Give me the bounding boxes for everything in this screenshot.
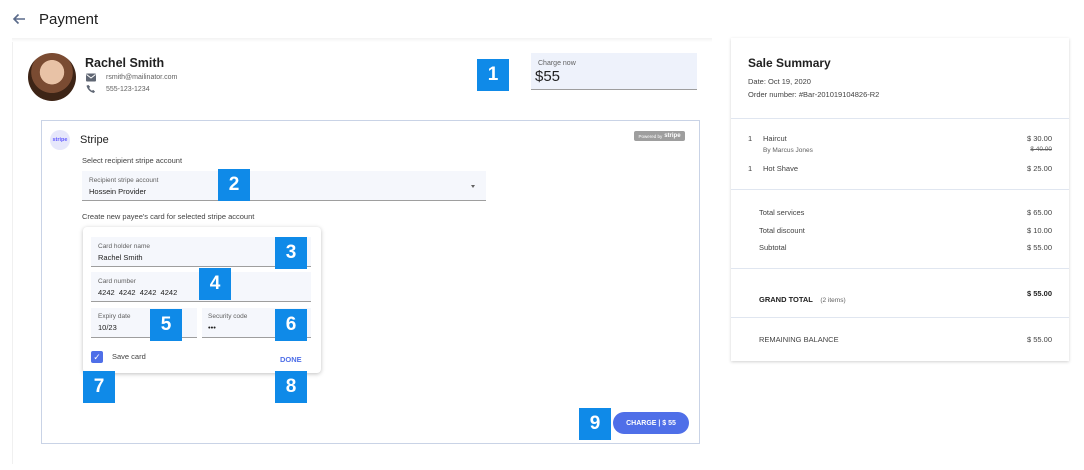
powered-by-brand: stripe bbox=[664, 133, 681, 139]
grand-total-label: GRAND TOTAL bbox=[759, 295, 813, 304]
card-number-value: 4242 4242 4242 4242 bbox=[98, 288, 178, 297]
done-button[interactable]: DONE bbox=[280, 355, 302, 364]
powered-by-stripe-badge: Powered by stripe bbox=[634, 131, 685, 141]
email-icon bbox=[86, 73, 96, 82]
step-badge-4: 4 bbox=[199, 268, 231, 300]
card-holder-value: Rachel Smith bbox=[98, 253, 143, 262]
save-card-label: Save card bbox=[112, 352, 146, 361]
save-card-checkbox[interactable]: ✓ bbox=[91, 351, 103, 363]
select-account-instruction: Select recipient stripe account bbox=[82, 156, 183, 165]
subtotal-label: Subtotal bbox=[759, 243, 787, 252]
total-services-value: $ 65.00 bbox=[1026, 208, 1052, 217]
item-name: Haircut bbox=[763, 134, 787, 143]
recipient-account-label: Recipient stripe account bbox=[89, 177, 159, 184]
sale-summary-title: Sale Summary bbox=[748, 56, 831, 70]
item-name: Hot Shave bbox=[763, 164, 799, 173]
security-code-label: Security code bbox=[208, 313, 248, 320]
customer-name: Rachel Smith bbox=[85, 56, 165, 70]
step-badge-6: 6 bbox=[275, 309, 307, 341]
step-badge-2: 2 bbox=[218, 169, 250, 201]
step-badge-3: 3 bbox=[275, 237, 307, 269]
order-number: Order number: #Bar-201019104826-R2 bbox=[748, 90, 880, 99]
charge-amount: 55 bbox=[543, 68, 561, 85]
expiry-date-value: 10/23 bbox=[98, 323, 117, 332]
item-qty: 1 bbox=[748, 134, 753, 143]
summary-divider bbox=[731, 189, 1069, 190]
total-discount-label: Total discount bbox=[759, 226, 805, 235]
charge-button[interactable]: CHARGE | $ 55 bbox=[613, 412, 689, 434]
remaining-balance-label: REMAINING BALANCE bbox=[759, 335, 839, 344]
summary-divider bbox=[731, 118, 1069, 119]
grand-total-row: GRAND TOTAL (2 items) bbox=[759, 289, 846, 307]
remaining-balance-value: $ 55.00 bbox=[1026, 335, 1052, 344]
item-qty: 1 bbox=[748, 164, 753, 173]
total-services-label: Total services bbox=[759, 208, 805, 217]
charge-now-value[interactable]: $55 bbox=[535, 68, 560, 85]
sale-summary-panel bbox=[731, 38, 1069, 361]
item-price: $ 30.00 bbox=[1026, 134, 1052, 143]
item-staff: By Marcus Jones bbox=[763, 147, 813, 154]
summary-divider bbox=[731, 317, 1069, 318]
grand-total-items: (2 items) bbox=[820, 297, 846, 304]
security-code-value: ••• bbox=[208, 323, 216, 332]
customer-email: rsmith@mailinator.com bbox=[106, 74, 178, 81]
customer-avatar bbox=[28, 53, 76, 101]
create-card-instruction: Create new payee's card for selected str… bbox=[82, 212, 255, 221]
dropdown-arrow-icon[interactable] bbox=[471, 185, 475, 188]
expiry-date-label: Expiry date bbox=[98, 313, 131, 320]
item-original-price: $ 40.00 bbox=[1030, 146, 1052, 153]
step-badge-8: 8 bbox=[275, 371, 307, 403]
panel-top-shadow bbox=[12, 38, 712, 42]
stripe-title: Stripe bbox=[80, 134, 109, 146]
item-price: $ 25.00 bbox=[1026, 164, 1052, 173]
powered-by-text: Powered by bbox=[638, 133, 663, 139]
page-title: Payment bbox=[39, 11, 99, 28]
step-badge-5: 5 bbox=[150, 309, 182, 341]
recipient-account-select[interactable] bbox=[82, 171, 486, 201]
card-holder-label: Card holder name bbox=[98, 243, 151, 250]
charge-now-label: Charge now bbox=[538, 60, 576, 67]
grand-total-value: $ 55.00 bbox=[1026, 289, 1052, 298]
summary-divider bbox=[731, 268, 1069, 269]
sale-date: Date: Oct 19, 2020 bbox=[748, 77, 811, 86]
step-badge-7: 7 bbox=[83, 371, 115, 403]
customer-phone: 555-123-1234 bbox=[106, 86, 150, 93]
recipient-account-value: Hossein Provider bbox=[89, 187, 147, 196]
total-discount-value: $ 10.00 bbox=[1026, 226, 1052, 235]
step-badge-9: 9 bbox=[579, 408, 611, 440]
card-number-label: Card number bbox=[98, 278, 136, 285]
subtotal-value: $ 55.00 bbox=[1026, 243, 1052, 252]
back-arrow-icon[interactable] bbox=[10, 10, 28, 28]
step-badge-1: 1 bbox=[477, 59, 509, 91]
phone-icon bbox=[86, 84, 96, 93]
stripe-logo: stripe bbox=[50, 130, 70, 150]
